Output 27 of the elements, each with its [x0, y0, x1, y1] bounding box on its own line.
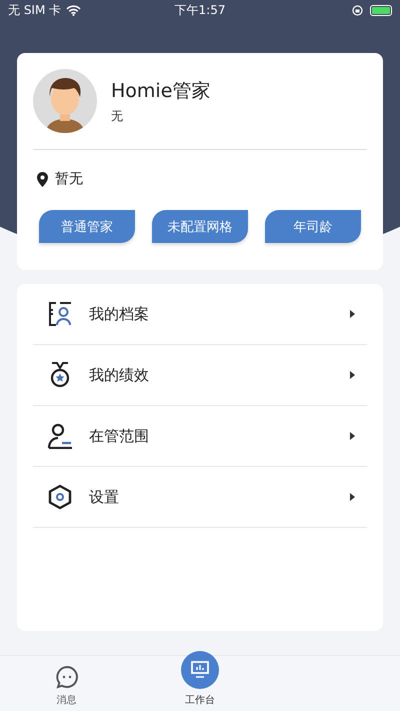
tab[interactable]: 消息 — [0, 656, 134, 711]
monitor-chart-icon — [190, 661, 209, 679]
carrier-text: 无 SIM 卡 — [8, 2, 62, 18]
orientation-lock-icon — [352, 4, 364, 16]
tag-button[interactable]: 未配置网格 — [152, 210, 248, 243]
menu-item[interactable]: 在管范围 — [33, 406, 367, 467]
tag-button[interactable]: 普通管家 — [39, 210, 135, 243]
tag-button[interactable]: 年司龄 — [265, 210, 361, 243]
menu-item[interactable]: 我的档案 — [33, 284, 367, 345]
settings-icon — [48, 484, 72, 510]
clock-text: 下午1:57 — [174, 2, 226, 18]
menu-item[interactable]: 我的绩效 — [33, 345, 367, 406]
chevron-right-icon — [350, 310, 355, 318]
chevron-right-icon — [350, 493, 355, 501]
person-icon — [47, 423, 73, 449]
medal-icon — [48, 362, 72, 388]
wifi-icon — [66, 4, 82, 16]
location-pin-icon — [37, 172, 48, 186]
chevron-right-icon — [350, 432, 355, 440]
profile-card-icon — [47, 301, 73, 327]
chat-bubble-icon — [54, 665, 79, 689]
tab[interactable]: 工作台 — [133, 656, 267, 711]
user-name: Homie管家 — [111, 78, 210, 104]
location-text: 暂无 — [55, 170, 83, 188]
chevron-right-icon — [350, 371, 355, 379]
user-subtitle: 无 — [111, 108, 124, 124]
menu-item[interactable]: 设置 — [33, 467, 367, 528]
